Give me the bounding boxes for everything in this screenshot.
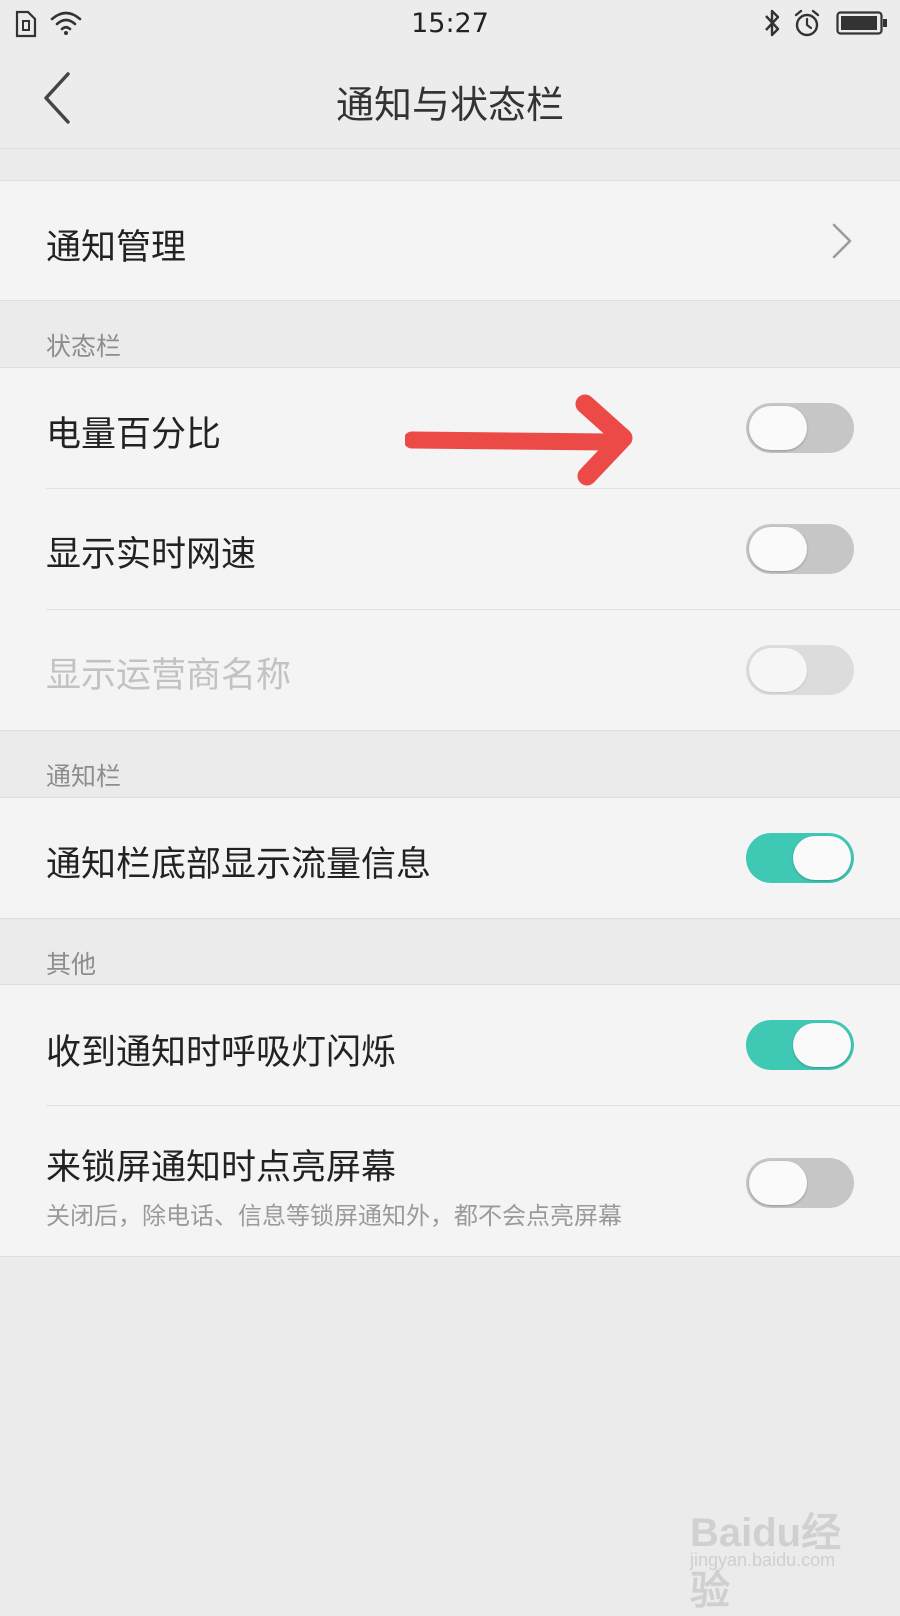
wake-screen-row: 来锁屏通知时点亮屏幕 关闭后，除电话、信息等锁屏通知外，都不会点亮屏幕 bbox=[0, 1106, 900, 1256]
red-arrow-icon bbox=[405, 394, 633, 486]
section-title-status-bar: 状态栏 bbox=[46, 332, 122, 361]
toggle-knob bbox=[749, 1161, 807, 1205]
wake-screen-toggle[interactable] bbox=[746, 1158, 854, 1208]
status-bar: 15:27 bbox=[0, 0, 900, 50]
title-bar: 通知与状态栏 bbox=[0, 50, 900, 149]
watermark-url: jingyan.baidu.com bbox=[690, 1550, 836, 1570]
realtime-speed-row: 显示实时网速 bbox=[0, 489, 900, 609]
toggle-knob bbox=[793, 1023, 851, 1067]
notification-management-row[interactable]: 通知管理 bbox=[0, 181, 900, 300]
battery-percentage-toggle[interactable] bbox=[746, 403, 854, 453]
toggle-knob bbox=[749, 527, 807, 571]
section-title-notification-bar: 通知栏 bbox=[46, 762, 122, 791]
notification-management-label: 通知管理 bbox=[46, 228, 187, 268]
carrier-name-toggle[interactable] bbox=[746, 645, 854, 695]
realtime-speed-toggle[interactable] bbox=[746, 524, 854, 574]
notification-bar-group: 通知栏底部显示流量信息 bbox=[0, 797, 900, 919]
carrier-name-label: 显示运营商名称 bbox=[46, 656, 292, 696]
bluetooth-icon bbox=[765, 9, 780, 37]
toggle-knob bbox=[749, 406, 807, 450]
toggle-knob bbox=[793, 836, 851, 880]
alarm-icon bbox=[794, 9, 820, 37]
wake-screen-description: 关闭后，除电话、信息等锁屏通知外，都不会点亮屏幕 bbox=[46, 1202, 622, 1230]
carrier-name-row: 显示运营商名称 bbox=[0, 610, 900, 730]
notification-management-group: 通知管理 bbox=[0, 180, 900, 301]
breathing-light-label: 收到通知时呼吸灯闪烁 bbox=[46, 1033, 397, 1073]
data-usage-row: 通知栏底部显示流量信息 bbox=[0, 798, 900, 918]
battery-percentage-label: 电量百分比 bbox=[46, 415, 222, 455]
toggle-knob bbox=[749, 648, 807, 692]
battery-icon bbox=[836, 11, 887, 35]
breathing-light-row: 收到通知时呼吸灯闪烁 bbox=[0, 985, 900, 1105]
data-usage-toggle[interactable] bbox=[746, 833, 854, 883]
wake-screen-label: 来锁屏通知时点亮屏幕 bbox=[46, 1148, 397, 1188]
other-group: 收到通知时呼吸灯闪烁 来锁屏通知时点亮屏幕 关闭后，除电话、信息等锁屏通知外，都… bbox=[0, 984, 900, 1257]
realtime-speed-label: 显示实时网速 bbox=[46, 535, 257, 575]
data-usage-label: 通知栏底部显示流量信息 bbox=[46, 845, 432, 885]
baidu-watermark: Baidu经验 jingyan.baidu.com bbox=[690, 1492, 880, 1613]
page-title: 通知与状态栏 bbox=[335, 83, 564, 127]
chevron-right-icon[interactable] bbox=[830, 221, 854, 261]
section-title-other: 其他 bbox=[46, 950, 97, 979]
breathing-light-toggle[interactable] bbox=[746, 1020, 854, 1070]
